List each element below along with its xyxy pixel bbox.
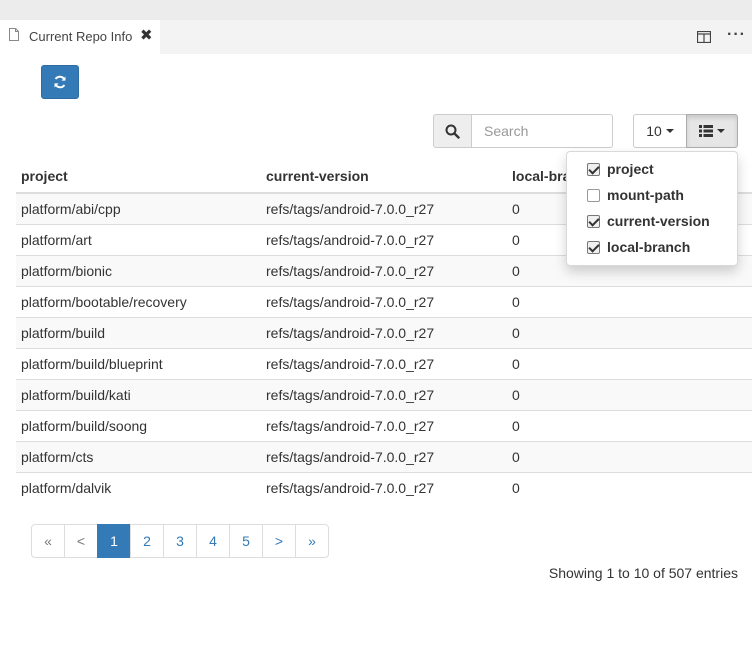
columns-dropdown-menu: project mount-path current-version local… — [566, 151, 738, 266]
table-row: platform/build/blueprint refs/tags/andro… — [16, 347, 752, 379]
cell-project: platform/cts — [16, 440, 261, 472]
file-icon — [9, 28, 19, 41]
column-checkbox[interactable] — [587, 162, 600, 176]
table-row: platform/dalvik refs/tags/android-7.0.0_… — [16, 471, 752, 503]
list-icon — [699, 125, 713, 137]
tab-current-repo-info[interactable]: Current Repo Info ✖ — [0, 20, 160, 54]
page-button-1[interactable]: 1 — [97, 524, 131, 558]
column-checkbox[interactable] — [587, 188, 600, 202]
cell-current-version: refs/tags/android-7.0.0_r27 — [261, 285, 507, 317]
column-option-label: mount-path — [607, 187, 684, 203]
close-icon[interactable]: ✖ — [140, 28, 153, 43]
page-size-value: 10 — [646, 123, 662, 139]
page-button-4[interactable]: 4 — [196, 524, 230, 558]
page-last-button[interactable]: » — [295, 524, 329, 558]
table-row: platform/build/kati refs/tags/android-7.… — [16, 378, 752, 410]
table-row: platform/build/soong refs/tags/android-7… — [16, 409, 752, 441]
cell-local-branch: 0 — [507, 440, 752, 472]
column-checkbox[interactable] — [587, 214, 600, 228]
cell-current-version: refs/tags/android-7.0.0_r27 — [261, 192, 507, 224]
page-size-dropdown[interactable]: 10 — [633, 114, 687, 148]
columns-toggle-button[interactable] — [686, 114, 738, 148]
search-icon — [445, 124, 460, 139]
cell-current-version: refs/tags/android-7.0.0_r27 — [261, 409, 507, 441]
column-option-mount-path[interactable]: mount-path — [567, 182, 737, 208]
page-first-button[interactable]: « — [31, 524, 65, 558]
table-row: platform/cts refs/tags/android-7.0.0_r27… — [16, 440, 752, 472]
cell-project: platform/abi/cpp — [16, 192, 261, 224]
column-option-current-version[interactable]: current-version — [567, 208, 737, 234]
cell-current-version: refs/tags/android-7.0.0_r27 — [261, 347, 507, 379]
cell-current-version: refs/tags/android-7.0.0_r27 — [261, 223, 507, 255]
column-option-label: current-version — [607, 213, 710, 229]
cell-local-branch: 0 — [507, 347, 752, 379]
more-actions-icon[interactable]: ··· — [727, 26, 746, 44]
table-row: platform/bootable/recovery refs/tags/and… — [16, 285, 752, 317]
column-header-current-version[interactable]: current-version — [261, 160, 507, 194]
cell-local-branch: 0 — [507, 378, 752, 410]
cell-project: platform/build — [16, 316, 261, 348]
cell-project: platform/dalvik — [16, 471, 261, 503]
cell-current-version: refs/tags/android-7.0.0_r27 — [261, 440, 507, 472]
cell-project: platform/build/blueprint — [16, 347, 261, 379]
chevron-down-icon — [665, 129, 674, 133]
column-option-project[interactable]: project — [567, 156, 737, 182]
window-top-strip — [0, 0, 752, 20]
cell-project: platform/art — [16, 223, 261, 255]
page-next-button[interactable]: > — [262, 524, 296, 558]
cell-project: platform/build/kati — [16, 378, 261, 410]
page-prev-button[interactable]: < — [64, 524, 98, 558]
column-header-project[interactable]: project — [16, 160, 261, 194]
cell-local-branch: 0 — [507, 316, 752, 348]
showing-entries-text: Showing 1 to 10 of 507 entries — [548, 565, 738, 581]
editor-tab-bar: Current Repo Info ✖ ··· — [0, 20, 752, 54]
refresh-icon — [54, 75, 66, 89]
table-row: platform/build refs/tags/android-7.0.0_r… — [16, 316, 752, 348]
chevron-down-icon — [717, 129, 725, 133]
page-button-3[interactable]: 3 — [163, 524, 197, 558]
column-checkbox[interactable] — [587, 240, 600, 254]
page-button-5[interactable]: 5 — [229, 524, 263, 558]
cell-project: platform/bionic — [16, 254, 261, 286]
cell-local-branch: 0 — [507, 409, 752, 441]
cell-local-branch: 0 — [507, 471, 752, 503]
cell-project: platform/build/soong — [16, 409, 261, 441]
search-input[interactable] — [472, 114, 613, 148]
search-group — [433, 114, 613, 148]
cell-local-branch: 0 — [507, 285, 752, 317]
cell-current-version: refs/tags/android-7.0.0_r27 — [261, 254, 507, 286]
split-editor-icon[interactable] — [697, 31, 711, 43]
page-button-2[interactable]: 2 — [130, 524, 164, 558]
pagination: « < 1 2 3 4 5 > » — [31, 524, 329, 558]
column-option-label: local-branch — [607, 239, 691, 255]
tab-title: Current Repo Info — [29, 29, 133, 44]
column-option-local-branch[interactable]: local-branch — [567, 234, 737, 260]
cell-project: platform/bootable/recovery — [16, 285, 261, 317]
cell-current-version: refs/tags/android-7.0.0_r27 — [261, 378, 507, 410]
column-option-label: project — [607, 161, 654, 177]
cell-current-version: refs/tags/android-7.0.0_r27 — [261, 316, 507, 348]
cell-current-version: refs/tags/android-7.0.0_r27 — [261, 471, 507, 503]
search-addon[interactable] — [433, 114, 472, 148]
refresh-button[interactable] — [41, 65, 79, 99]
